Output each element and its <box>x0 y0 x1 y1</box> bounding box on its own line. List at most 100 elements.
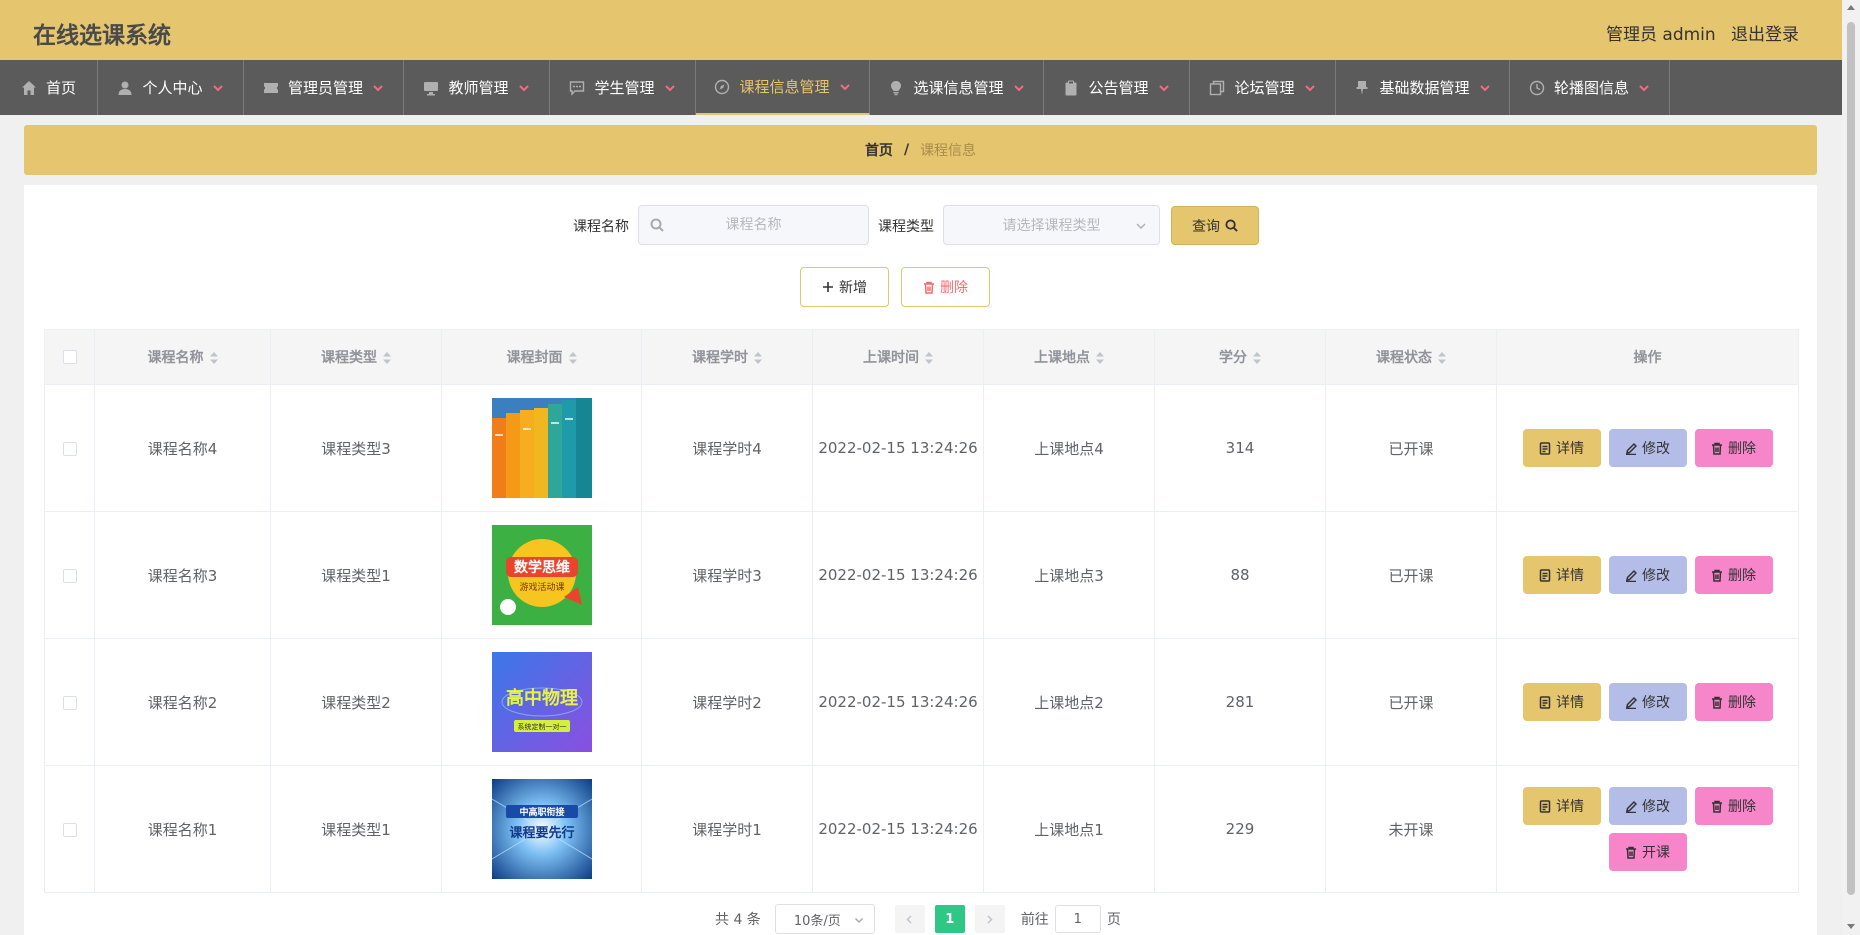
detail-button[interactable]: 详情 <box>1522 429 1601 467</box>
edit-button[interactable]: 修改 <box>1608 556 1687 594</box>
cell-credit: 229 <box>1154 765 1326 893</box>
detail-button[interactable]: 详情 <box>1522 683 1601 721</box>
top-header: 在线选课系统 管理员 admin 退出登录 <box>0 0 1842 60</box>
batch-delete-label: 删除 <box>940 280 968 296</box>
logout-link[interactable]: 退出登录 <box>1731 20 1799 45</box>
course-name-search[interactable] <box>638 205 869 245</box>
user-icon <box>118 81 132 95</box>
nav-enrollment-management[interactable]: 选课信息管理 <box>870 60 1044 115</box>
trash-icon <box>1712 442 1722 455</box>
delete-button[interactable]: 删除 <box>1694 556 1773 594</box>
pin-icon <box>1356 80 1368 95</box>
row-checkbox[interactable] <box>62 695 77 710</box>
nav-basic-data-management[interactable]: 基础数据管理 <box>1336 60 1510 115</box>
nav-course-management[interactable]: 课程信息管理 <box>696 60 870 115</box>
row-checkbox[interactable] <box>62 822 77 837</box>
nav-admin-management[interactable]: 管理员管理 <box>244 60 404 115</box>
current-page-button[interactable]: 1 <box>934 905 965 933</box>
header-course-cover[interactable]: 课程封面 <box>441 329 642 385</box>
row-select-cell <box>44 765 95 893</box>
header-course-type[interactable]: 课程类型 <box>270 329 442 385</box>
row-actions: 详情 修改 删除 <box>1521 683 1775 721</box>
nav-student-management[interactable]: 学生管理 <box>550 60 696 115</box>
nav-notice-management[interactable]: 公告管理 <box>1044 60 1190 115</box>
math-cover[interactable]: 数学思维 游戏活动课 <box>491 525 592 625</box>
nav-teacher-management[interactable]: 教师管理 <box>404 60 550 115</box>
nav-carousel-info[interactable]: 轮播图信息 <box>1510 60 1670 115</box>
header-label: 课程名称 <box>147 350 204 366</box>
header-label: 课程状态 <box>1376 350 1432 366</box>
cell-class-time: 2022-02-15 13:24:26 <box>812 384 984 512</box>
nav-admin-management-label: 管理员管理 <box>287 79 363 97</box>
cell-course-cover: 中高职衔接 课程要先行 <box>441 765 642 893</box>
header-class-place[interactable]: 上课地点 <box>983 329 1155 385</box>
header-credit[interactable]: 学分 <box>1154 329 1326 385</box>
sort-icon[interactable] <box>754 352 762 364</box>
nav-home[interactable]: 首页 <box>0 60 98 115</box>
page-size-value: 10条/页 <box>793 913 841 929</box>
nav-student-management-label: 学生管理 <box>594 79 655 97</box>
batch-delete-button[interactable]: 删除 <box>901 267 990 307</box>
header-class-time[interactable]: 上课时间 <box>812 329 984 385</box>
copy-icon <box>1210 80 1225 95</box>
scroll-thumb[interactable] <box>1847 22 1855 895</box>
sort-icon[interactable] <box>925 352 933 364</box>
edit-button[interactable]: 修改 <box>1608 787 1687 825</box>
delete-button[interactable]: 删除 <box>1694 429 1773 467</box>
open-course-button[interactable]: 开课 <box>1608 833 1687 871</box>
row-checkbox[interactable] <box>62 441 77 456</box>
cell-course-hours: 课程学时3 <box>641 511 813 639</box>
cell-course-name: 课程名称4 <box>94 384 271 512</box>
delete-button[interactable]: 删除 <box>1694 683 1773 721</box>
query-button[interactable]: 查询 <box>1171 206 1259 245</box>
sort-icon[interactable] <box>1253 352 1261 364</box>
header-course-name[interactable]: 课程名称 <box>94 329 271 385</box>
vertical-scrollbar[interactable] <box>1842 0 1860 935</box>
next-page-button[interactable] <box>974 905 1005 933</box>
detail-button[interactable]: 详情 <box>1522 787 1601 825</box>
nav-personal-center[interactable]: 个人中心 <box>98 60 244 115</box>
scroll-down-arrow-icon[interactable] <box>1847 924 1855 929</box>
select-all-checkbox[interactable] <box>62 350 77 364</box>
row-checkbox[interactable] <box>62 568 77 583</box>
edit-label: 修改 <box>1642 695 1670 711</box>
physics-cover[interactable]: 高中物理 系统定制一对一 <box>491 652 592 752</box>
add-button[interactable]: 新增 <box>800 267 889 307</box>
edit-button[interactable]: 修改 <box>1608 429 1687 467</box>
header-course-status[interactable]: 课程状态 <box>1325 329 1497 385</box>
detail-button[interactable]: 详情 <box>1522 556 1601 594</box>
sort-icon[interactable] <box>209 352 218 364</box>
scroll-up-arrow-icon[interactable] <box>1847 5 1855 10</box>
cell-class-time: 2022-02-15 13:24:26 <box>812 511 984 639</box>
app-title: 在线选课系统 <box>33 23 171 49</box>
cell-actions: 详情 修改 删除 <box>1496 638 1799 766</box>
tech-cover[interactable]: 中高职衔接 课程要先行 <box>491 779 592 879</box>
monitor-icon <box>424 81 439 95</box>
header-label: 上课地点 <box>1034 350 1090 366</box>
sort-icon[interactable] <box>1438 352 1446 364</box>
header-course-hours[interactable]: 课程学时 <box>641 329 813 385</box>
chevron-down-icon <box>854 917 863 924</box>
course-type-select[interactable]: 请选择课程类型 <box>943 205 1160 245</box>
books-cover[interactable] <box>491 398 592 498</box>
sort-icon[interactable] <box>1096 352 1104 364</box>
tech-cover-title-2: 课程要先行 <box>509 825 574 841</box>
nav-forum-management[interactable]: 论坛管理 <box>1190 60 1336 115</box>
edit-button[interactable]: 修改 <box>1608 683 1687 721</box>
detail-label: 详情 <box>1556 568 1584 584</box>
home-icon <box>21 80 36 95</box>
goto-page-input[interactable] <box>1054 905 1101 933</box>
chevron-down-icon <box>1013 84 1024 91</box>
chevron-down-icon <box>664 84 675 91</box>
cell-class-place: 上课地点1 <box>983 765 1155 893</box>
nav-home-label: 首页 <box>45 79 76 97</box>
course-name-input[interactable] <box>639 217 868 233</box>
page-size-select[interactable]: 10条/页 <box>774 904 875 934</box>
sort-icon[interactable] <box>383 352 391 364</box>
sort-icon[interactable] <box>568 352 577 364</box>
delete-button[interactable]: 删除 <box>1694 787 1773 825</box>
cell-credit: 88 <box>1154 511 1326 639</box>
breadcrumb-home[interactable]: 首页 <box>865 140 893 160</box>
prev-page-button[interactable] <box>894 905 925 933</box>
cell-class-place: 上课地点4 <box>983 384 1155 512</box>
